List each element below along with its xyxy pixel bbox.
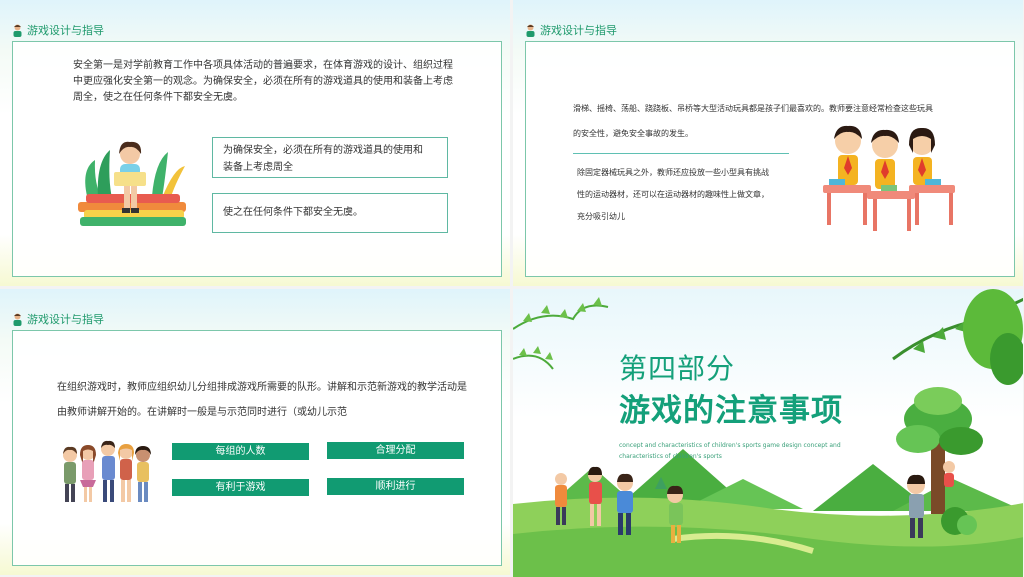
paragraph-line: 在组织游戏时，教师应组织幼儿分组排成游戏所需要的队形。讲解和示范新游戏的教学活动… bbox=[57, 382, 467, 393]
section-header: 游戏设计与指导 bbox=[525, 22, 617, 38]
pill-label: 每组的人数 bbox=[172, 443, 309, 460]
box-line: 为确保安全，必须在所有的游戏道具的使用和 bbox=[223, 145, 423, 156]
info-box-2: 使之在任何条件下都安全无虞。 bbox=[212, 193, 448, 233]
part-number: 第四部分 bbox=[619, 352, 736, 385]
pill-label: 顺利进行 bbox=[327, 478, 464, 495]
pill-label: 有利于游戏 bbox=[172, 479, 309, 496]
paragraph-line: 周全，使之在任何条件下都安全无虞。 bbox=[73, 92, 243, 103]
intro-paragraph: 在组织游戏时，教师应组织幼儿分组排成游戏所需要的队形。讲解和示范新游戏的教学活动… bbox=[57, 375, 487, 425]
intro-paragraph: 安全第一是对学前教育工作中各项具体活动的普遍要求，在体育游戏的设计、组织过程 中… bbox=[73, 58, 473, 106]
section-title: 游戏的注意事项 bbox=[619, 393, 843, 429]
paragraph-line: 中更应强化安全第一的观念。为确保安全，必须在所有的游戏道具的使用和装备上考虑 bbox=[73, 76, 453, 87]
pill-text: 有利于游戏 bbox=[215, 482, 266, 493]
section-header: 游戏设计与指导 bbox=[12, 311, 104, 327]
section-label: 游戏设计与指导 bbox=[27, 24, 104, 37]
section-label: 游戏设计与指导 bbox=[27, 313, 104, 326]
children-group-illustration bbox=[63, 440, 151, 502]
students-at-desks-illustration bbox=[823, 125, 955, 231]
paragraph-line: 性的运动器材，还可以在运动器材的趣味性上做文章， bbox=[577, 190, 769, 199]
sub-paragraph: 除固定器械玩具之外，教师还应投放一些小型具有挑战 性的运动器材，还可以在运动器材… bbox=[577, 162, 797, 228]
section-label: 游戏设计与指导 bbox=[540, 24, 617, 37]
teacher-icon bbox=[13, 24, 22, 37]
paragraph-line: 安全第一是对学前教育工作中各项具体活动的普遍要求，在体育游戏的设计、组织过程 bbox=[73, 60, 453, 71]
paragraph-line: 滑梯、摇椅、荡船、跷跷板、吊桥等大型活动玩具都是孩子们最喜欢的。教师要注意经常检… bbox=[573, 104, 933, 113]
slide-2-thumbnail[interactable]: 游戏设计与指导 滑梯、摇椅、荡船、跷跷板、吊桥等大型活动玩具都是孩子们最喜欢的。… bbox=[513, 0, 1023, 286]
pill-text: 顺利进行 bbox=[375, 481, 416, 492]
paragraph-line: 由教师讲解开始的。在讲解时一般是与示范同时进行（或幼儿示范 bbox=[57, 407, 347, 418]
landscape-background bbox=[513, 289, 1023, 577]
slide-3-thumbnail[interactable]: 游戏设计与指导 在组织游戏时，教师应组织幼儿分组排成游戏所需要的队形。讲解和示范… bbox=[0, 289, 510, 575]
slide-1-thumbnail[interactable]: 游戏设计与指导 安全第一是对学前教育工作中各项具体活动的普遍要求，在体育游戏的设… bbox=[0, 0, 510, 286]
divider-line bbox=[573, 153, 789, 154]
section-header: 游戏设计与指导 bbox=[12, 22, 104, 38]
paragraph-line: 充分吸引幼儿 bbox=[577, 212, 625, 221]
reading-girl-illustration bbox=[78, 141, 186, 226]
teacher-icon bbox=[13, 313, 22, 326]
english-subtitle: concept and characteristics of children'… bbox=[619, 440, 859, 462]
paragraph-line: 除固定器械玩具之外，教师还应投放一些小型具有挑战 bbox=[577, 168, 769, 177]
teacher-icon bbox=[526, 24, 535, 37]
box-text: 使之在任何条件下都安全无虞。 bbox=[223, 207, 363, 218]
slide-4-thumbnail[interactable]: 第四部分 游戏的注意事项 concept and characteristics… bbox=[513, 289, 1023, 577]
pill-text: 合理分配 bbox=[375, 445, 416, 456]
subtitle-line: concept and characteristics of children'… bbox=[619, 442, 841, 449]
pill-label: 合理分配 bbox=[327, 442, 464, 459]
subtitle-line: characteristics of children's sports bbox=[619, 453, 722, 460]
info-box-1: 为确保安全，必须在所有的游戏道具的使用和 装备上考虑周全 bbox=[212, 137, 448, 178]
box-line: 装备上考虑周全 bbox=[223, 162, 293, 173]
pill-text: 每组的人数 bbox=[215, 446, 266, 457]
